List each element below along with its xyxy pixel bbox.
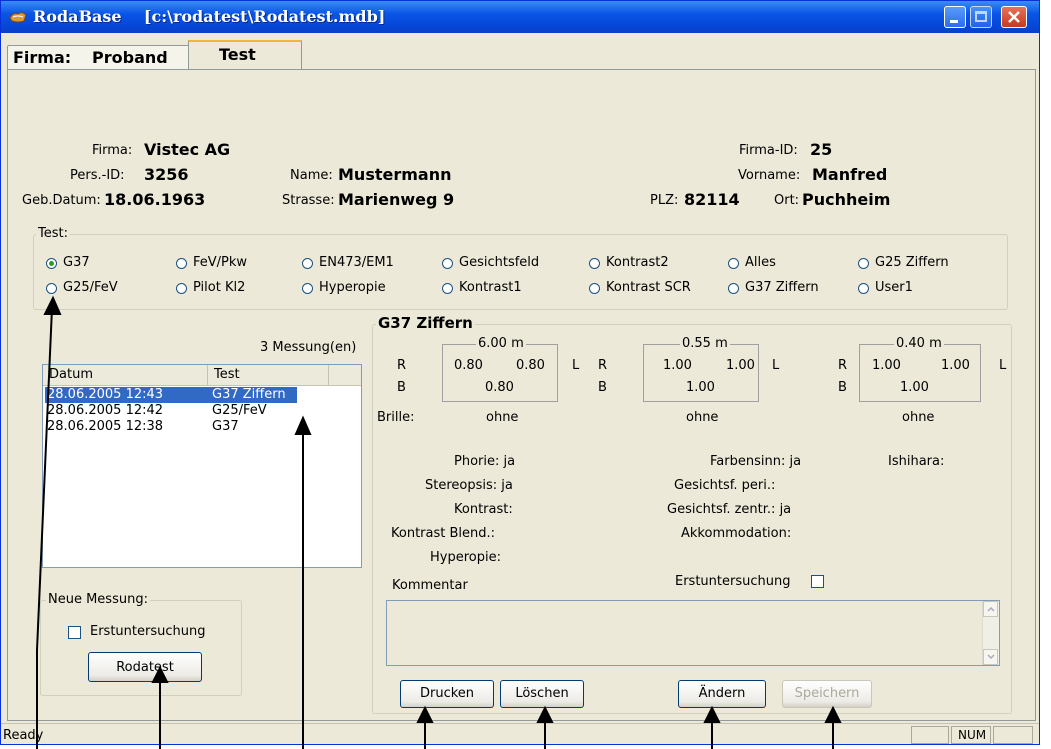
arrow-loeschen <box>536 705 554 749</box>
arrow-aendern <box>703 705 721 749</box>
arrow-speichern <box>824 705 842 749</box>
arrow-radio <box>36 295 62 749</box>
arrow-drucken <box>416 705 434 749</box>
arrow-list <box>294 415 312 749</box>
annotation-arrows <box>36 295 842 749</box>
arrow-rodatest <box>151 665 169 749</box>
